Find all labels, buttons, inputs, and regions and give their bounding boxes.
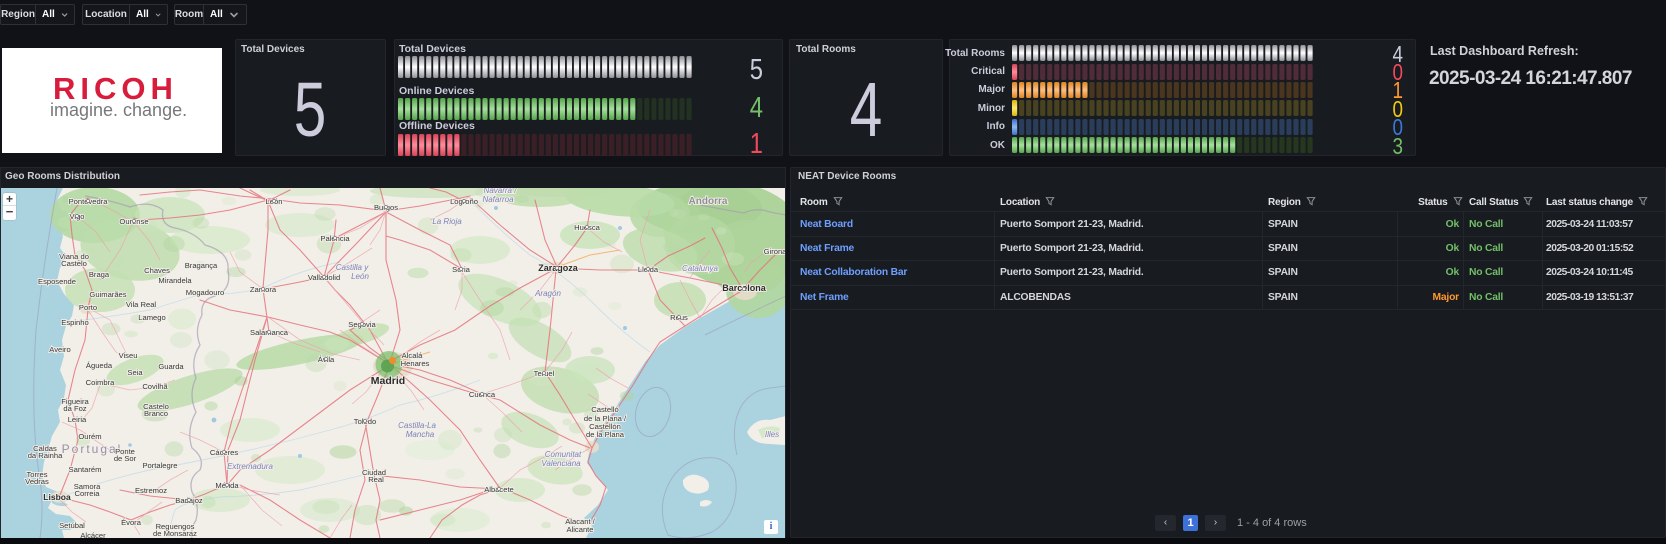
svg-text:da Foz: da Foz [63, 404, 86, 413]
svg-text:Castelo: Castelo [61, 259, 87, 268]
svg-text:Évora: Évora [121, 518, 142, 527]
svg-text:Alcácer: Alcácer [80, 531, 106, 538]
svg-text:da Rainha: da Rainha [28, 451, 63, 460]
svg-text:Alicante: Alicante [566, 525, 593, 534]
svg-text:Guimarães: Guimarães [89, 290, 126, 299]
svg-text:Espinho: Espinho [61, 318, 88, 327]
svg-text:Estremoz: Estremoz [135, 486, 167, 495]
svg-text:Chaves: Chaves [144, 266, 170, 275]
svg-text:Coimbra: Coimbra [86, 378, 115, 387]
svg-text:Comunitat: Comunitat [545, 450, 582, 459]
svg-text:Castilla y: Castilla y [336, 263, 369, 272]
svg-text:Navarra /: Navarra / [484, 188, 518, 195]
svg-text:Girona: Girona [764, 247, 785, 256]
svg-text:Catalunya: Catalunya [682, 264, 719, 273]
svg-text:Correia: Correia [75, 489, 101, 498]
svg-text:Castilla-La: Castilla-La [398, 421, 436, 430]
svg-text:Aveiro: Aveiro [49, 345, 70, 354]
svg-text:Lamego: Lamego [138, 313, 165, 322]
svg-text:Mancha: Mancha [406, 430, 435, 439]
svg-text:Extremadura: Extremadura [227, 462, 273, 471]
svg-text:Vedras: Vedras [25, 477, 49, 486]
svg-text:Águeda: Águeda [86, 361, 113, 370]
svg-text:Madrid: Madrid [371, 375, 405, 387]
svg-text:Seia: Seia [127, 368, 143, 377]
svg-text:Covilhã: Covilhã [142, 382, 168, 391]
svg-text:Porto: Porto [79, 303, 97, 312]
svg-text:Portalegre: Portalegre [142, 461, 177, 470]
svg-text:Mogadouro: Mogadouro [186, 288, 224, 297]
svg-text:Guarda: Guarda [158, 362, 184, 371]
svg-text:de Monsaraz: de Monsaraz [153, 529, 197, 538]
svg-text:Viseu: Viseu [119, 351, 138, 360]
svg-text:Esposende: Esposende [38, 277, 76, 286]
svg-text:Henares: Henares [401, 359, 430, 368]
svg-text:Illes: Illes [765, 430, 779, 439]
svg-text:Santarém: Santarém [69, 465, 102, 474]
svg-text:Leiria: Leiria [68, 415, 87, 424]
svg-text:Branco: Branco [144, 409, 168, 418]
svg-text:La Rioja: La Rioja [432, 217, 462, 226]
svg-text:Valenciana: Valenciana [541, 459, 581, 468]
svg-text:León: León [351, 272, 369, 281]
svg-text:de la Plana: de la Plana [586, 430, 625, 439]
svg-text:Setúbal: Setúbal [59, 521, 85, 530]
svg-text:Nafarroa: Nafarroa [482, 195, 514, 204]
svg-text:Mirandela: Mirandela [158, 276, 192, 285]
svg-text:Aragón: Aragón [534, 289, 561, 298]
svg-text:Real: Real [368, 475, 384, 484]
svg-text:Vila Real: Vila Real [126, 300, 157, 309]
svg-text:Ourém: Ourém [78, 432, 101, 441]
svg-text:Castelló: Castelló [591, 405, 618, 414]
svg-text:Lisboa: Lisboa [43, 492, 71, 502]
svg-text:Andorra: Andorra [689, 196, 728, 207]
svg-text:de Sor: de Sor [114, 454, 137, 463]
svg-text:Bragança: Bragança [185, 261, 218, 270]
svg-text:Braga: Braga [89, 270, 110, 279]
